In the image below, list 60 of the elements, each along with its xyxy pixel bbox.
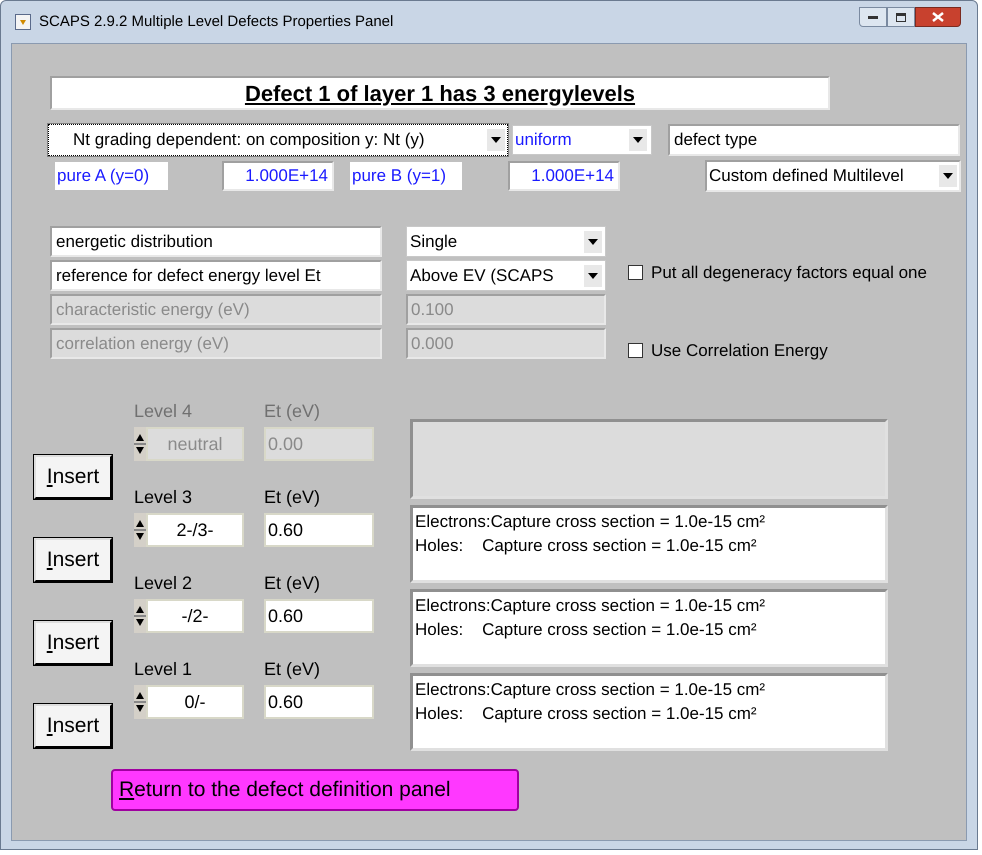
insert-button[interactable]: Insert — [34, 538, 112, 582]
close-button[interactable] — [915, 7, 961, 27]
insert-button[interactable]: Insert — [34, 621, 112, 665]
energy-field: 0.00 — [264, 427, 374, 461]
property-value-field: 0.000 — [406, 328, 606, 359]
grading-dropdown[interactable]: Nt grading dependent: on composition y: Nt (y) — [48, 124, 508, 156]
minimize-icon — [868, 15, 878, 19]
level-label: Level 4 — [134, 400, 194, 422]
checkbox-label: Use Correlation Energy — [651, 340, 828, 362]
cross-section-text: Electrons:Capture cross section = 1.0e-15 cm² — [415, 511, 766, 533]
charge-field[interactable]: 0/- — [146, 685, 244, 719]
charge-field: neutral — [146, 427, 244, 461]
property-dropdown[interactable]: Above EV (SCAPS — [406, 260, 606, 291]
close-icon — [932, 12, 944, 22]
minimize-button[interactable] — [859, 7, 887, 27]
spinner-icon[interactable] — [134, 685, 146, 719]
checkbox[interactable] — [628, 342, 643, 358]
property-value-field: 0.100 — [406, 294, 606, 325]
pure-b-value-field[interactable]: 1.000E+14 — [508, 161, 620, 191]
insert-button[interactable]: Insert — [34, 704, 112, 748]
energy-field[interactable]: 0.60 — [264, 685, 374, 719]
defect-type-label: defect type — [668, 124, 960, 156]
app-icon — [15, 14, 31, 30]
property-dropdown[interactable]: Single — [406, 226, 606, 257]
level-label: Level 2 — [134, 572, 194, 594]
pure-a-value-field[interactable]: 1.000E+14 — [222, 161, 334, 191]
property-label: reference for defect energy level Et — [50, 260, 382, 291]
charge-field[interactable]: 2-/3- — [146, 513, 244, 547]
cross-section-text: Holes: Capture cross section = 1.0e-15 cm² — [415, 535, 758, 557]
spinner-icon[interactable] — [134, 427, 146, 461]
level-label: Level 3 — [134, 486, 194, 508]
profile-dropdown[interactable]: uniform — [512, 125, 652, 155]
return-button[interactable]: Return to the defect definition panel — [111, 769, 519, 811]
cross-section-text: Electrons:Capture cross section = 1.0e-15 cm² — [415, 679, 766, 701]
pure-a-label: pure A (y=0) — [55, 162, 168, 190]
energy-label: Et (eV) — [264, 486, 320, 509]
energy-label: Et (eV) — [264, 658, 320, 681]
spinner-icon[interactable] — [134, 513, 146, 547]
property-label: correlation energy (eV) — [50, 328, 382, 359]
property-label: characteristic energy (eV) — [50, 294, 382, 325]
charge-field[interactable]: -/2- — [146, 599, 244, 633]
energy-label: Et (eV) — [264, 572, 320, 595]
heading-text: Defect 1 of layer 1 has 3 energylevels — [244, 80, 636, 108]
energy-field[interactable]: 0.60 — [264, 599, 374, 633]
property-label: energetic distribution — [50, 226, 382, 257]
cross-section-text: Electrons:Capture cross section = 1.0e-15 cm² — [415, 595, 766, 617]
window-title: SCAPS 2.9.2 Multiple Level Defects Properties Panel — [39, 12, 394, 32]
energy-field[interactable]: 0.60 — [264, 513, 374, 547]
checkbox[interactable] — [628, 265, 643, 280]
checkbox-label: Put all degeneracy factors equal one — [651, 262, 927, 284]
maximize-icon — [896, 12, 906, 22]
level-label: Level 1 — [134, 658, 194, 680]
spinner-icon[interactable] — [134, 599, 146, 633]
cross-section-text: Holes: Capture cross section = 1.0e-15 cm² — [415, 703, 758, 725]
insert-button[interactable]: Insert — [34, 455, 112, 499]
pure-b-label: pure B (y=1) — [350, 162, 462, 190]
defect-type-dropdown[interactable]: Custom defined Multilevel — [705, 160, 961, 192]
energy-label: Et (eV) — [264, 400, 320, 423]
cross-section-text: Holes: Capture cross section = 1.0e-15 cm² — [415, 619, 758, 641]
maximize-button[interactable] — [887, 7, 915, 27]
